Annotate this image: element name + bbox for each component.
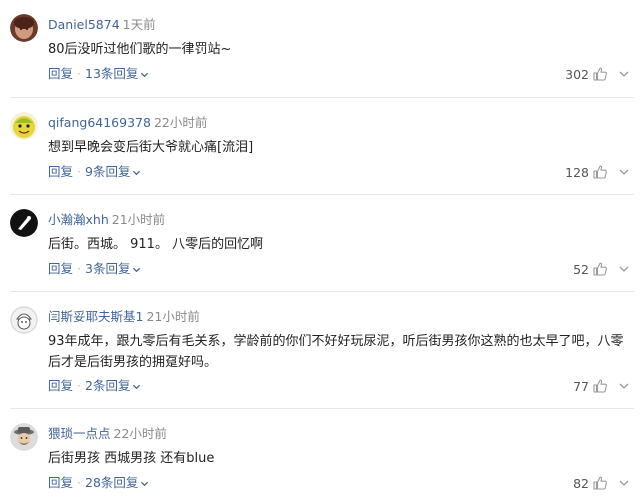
- like-area: 82: [573, 474, 630, 492]
- like-area: 77: [573, 377, 630, 395]
- comment-time: 22小时前: [113, 426, 167, 441]
- comment-time: 21小时前: [111, 212, 166, 227]
- chevron-down-icon: [132, 382, 141, 391]
- comment-actions: 回复 · 28条回复: [48, 475, 149, 491]
- view-replies-button[interactable]: 3条回复: [85, 261, 141, 276]
- comment-text: 后街。西城。 911。 八零后的回忆啊: [48, 237, 264, 252]
- action-separator: ·: [77, 378, 81, 393]
- comment-actions: 回复 · 9条回复: [48, 164, 141, 180]
- like-area: 302: [565, 65, 630, 83]
- username-link[interactable]: 小瀚瀚xhh: [48, 212, 109, 227]
- reply-button[interactable]: 回复: [48, 164, 73, 179]
- replies-count-label: 28条回复: [85, 475, 139, 490]
- replies-count-label: 9条回复: [85, 164, 131, 179]
- view-replies-button[interactable]: 28条回复: [85, 475, 149, 490]
- replies-count-label: 2条回复: [85, 378, 131, 393]
- comment-item: 猥琐一点点 22小时前 后街男孩 西城男孩 还有blue 回复 · 28条回复 82: [0, 409, 640, 500]
- comment-time: 1天前: [122, 17, 156, 32]
- comment-time: 22小时前: [153, 115, 208, 130]
- comment-actions: 回复 · 3条回复: [48, 261, 141, 277]
- like-area: 52: [573, 260, 630, 278]
- user-avatar-icon[interactable]: [10, 14, 38, 42]
- like-count: 77: [573, 378, 589, 394]
- comment-text: 93年成年，跟九零后有毛关系，学龄前的你们不好好玩尿泥，听后街男孩你这熟的也太早…: [48, 334, 624, 370]
- comment-text: 80后没听过他们歌的一律罚站~: [48, 42, 232, 57]
- action-separator: ·: [77, 164, 81, 179]
- reply-button[interactable]: 回复: [48, 475, 73, 490]
- user-avatar-icon[interactable]: [10, 306, 38, 334]
- action-separator: ·: [77, 475, 81, 490]
- more-options-icon[interactable]: [618, 263, 630, 275]
- comment-item: 闫斯妥耶夫斯基1 21小时前 93年成年，跟九零后有毛关系，学龄前的你们不好好玩尿…: [0, 292, 640, 408]
- user-avatar-icon[interactable]: [10, 209, 38, 237]
- like-count: 302: [565, 66, 589, 82]
- chevron-down-icon: [132, 168, 141, 177]
- comment-actions: 回复 · 13条回复: [48, 66, 149, 82]
- reply-button[interactable]: 回复: [48, 378, 73, 393]
- action-separator: ·: [77, 261, 81, 276]
- thumbs-up-icon[interactable]: [592, 378, 608, 394]
- reply-button[interactable]: 回复: [48, 261, 73, 276]
- view-replies-button[interactable]: 2条回复: [85, 378, 141, 393]
- action-separator: ·: [77, 66, 81, 81]
- like-area: 128: [565, 163, 630, 181]
- username-link[interactable]: Daniel5874: [48, 17, 120, 32]
- more-options-icon[interactable]: [618, 166, 630, 178]
- more-options-icon[interactable]: [618, 477, 630, 489]
- like-count: 52: [573, 261, 589, 277]
- user-avatar-icon[interactable]: [10, 423, 38, 451]
- comment-actions: 回复 · 2条回复: [48, 378, 141, 394]
- comment-meta: 小瀚瀚xhh 21小时前: [48, 212, 165, 228]
- comment-list: Daniel5874 1天前 80后没听过他们歌的一律罚站~ 回复 · 13条回复 3…: [0, 0, 640, 500]
- more-options-icon[interactable]: [618, 380, 630, 392]
- comment-text: 想到早晚会变后街大爷就心痛[流泪]: [48, 140, 254, 155]
- chevron-down-icon: [140, 70, 149, 79]
- username-link[interactable]: 闫斯妥耶夫斯基1: [48, 309, 143, 324]
- like-count: 82: [573, 475, 589, 491]
- view-replies-button[interactable]: 13条回复: [85, 66, 149, 81]
- username-link[interactable]: 猥琐一点点: [48, 426, 111, 441]
- thumbs-up-icon[interactable]: [592, 164, 608, 180]
- username-link[interactable]: qifang64169378: [48, 115, 151, 130]
- comment-item: qifang64169378 22小时前 想到早晚会变后街大爷就心痛[流泪] 回复…: [0, 98, 640, 194]
- chevron-down-icon: [140, 479, 149, 488]
- replies-count-label: 3条回复: [85, 261, 131, 276]
- comment-meta: Daniel5874 1天前: [48, 17, 156, 33]
- comment-meta: qifang64169378 22小时前: [48, 115, 207, 131]
- thumbs-up-icon[interactable]: [592, 475, 608, 491]
- comment-meta: 闫斯妥耶夫斯基1 21小时前: [48, 309, 200, 325]
- thumbs-up-icon[interactable]: [592, 261, 608, 277]
- comment-text: 后街男孩 西城男孩 还有blue: [48, 451, 215, 466]
- reply-button[interactable]: 回复: [48, 66, 73, 81]
- comment-item: 小瀚瀚xhh 21小时前 后街。西城。 911。 八零后的回忆啊 回复 · 3条回复 …: [0, 195, 640, 291]
- comment-meta: 猥琐一点点 22小时前: [48, 426, 167, 442]
- thumbs-up-icon[interactable]: [592, 66, 608, 82]
- view-replies-button[interactable]: 9条回复: [85, 164, 141, 179]
- comment-item: Daniel5874 1天前 80后没听过他们歌的一律罚站~ 回复 · 13条回复 3…: [0, 0, 640, 96]
- user-avatar-icon[interactable]: [10, 112, 38, 140]
- replies-count-label: 13条回复: [85, 66, 139, 81]
- comment-time: 21小时前: [146, 309, 200, 324]
- more-options-icon[interactable]: [618, 68, 630, 80]
- chevron-down-icon: [132, 265, 141, 274]
- like-count: 128: [565, 164, 589, 180]
